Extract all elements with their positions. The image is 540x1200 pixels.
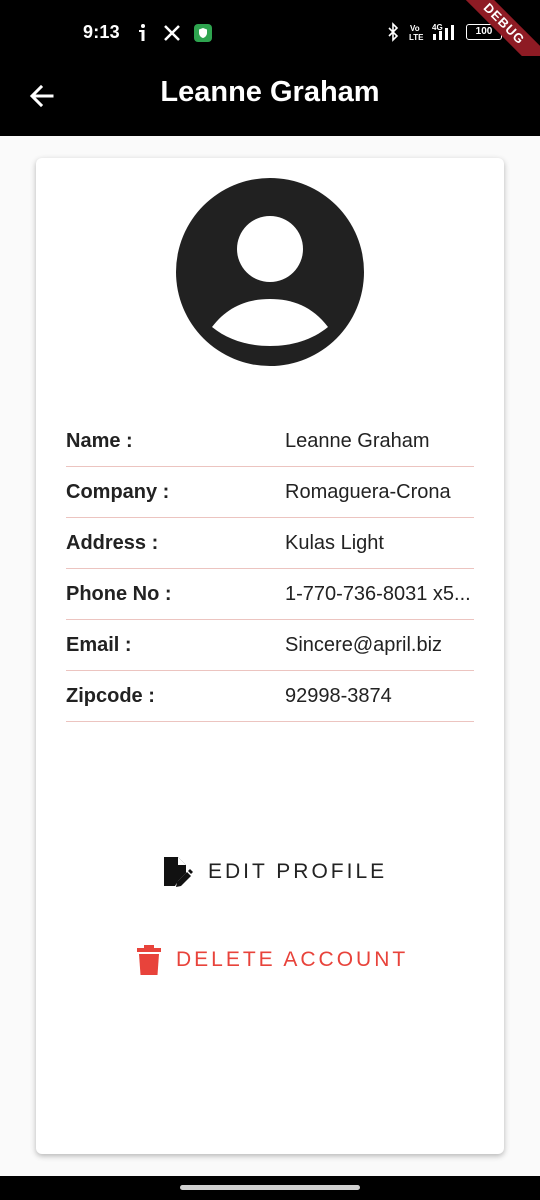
- detail-row-name: Name : Leanne Graham: [66, 416, 474, 467]
- detail-label: Name :: [66, 430, 133, 452]
- detail-value: 1-770-736-8031 x5...: [285, 583, 471, 605]
- edit-profile-label: EDIT PROFILE: [208, 860, 388, 883]
- signal-4g-icon: 4G: [432, 23, 454, 40]
- status-time: 9:13: [83, 22, 120, 42]
- detail-value: 92998-3874: [285, 685, 392, 707]
- trash-icon: [137, 945, 161, 975]
- app-bar: Leanne Graham: [0, 56, 540, 136]
- detail-row-zipcode: Zipcode : 92998-3874: [66, 671, 474, 722]
- home-gesture-handle[interactable]: [180, 1185, 360, 1190]
- shield-app-icon: [194, 24, 212, 42]
- page-title: Leanne Graham: [160, 76, 380, 108]
- detail-value: Leanne Graham: [285, 430, 430, 452]
- svg-text:LTE: LTE: [409, 33, 424, 42]
- detail-label: Address :: [66, 532, 159, 554]
- detail-label: Phone No :: [66, 583, 172, 605]
- delete-account-button[interactable]: DELETE ACCOUNT: [136, 940, 408, 980]
- detail-label: Zipcode :: [66, 685, 155, 707]
- volte-icon: Vo LTE: [409, 24, 424, 42]
- detail-row-company: Company : Romaguera-Crona: [66, 467, 474, 518]
- detail-row-address: Address : Kulas Light: [66, 518, 474, 569]
- detail-value: Romaguera-Crona: [285, 481, 451, 503]
- edit-profile-button[interactable]: EDIT PROFILE: [160, 852, 387, 892]
- detail-row-phone: Phone No : 1-770-736-8031 x5...: [66, 569, 474, 620]
- profile-details: Name : Leanne Graham Company : Romaguera…: [66, 416, 474, 722]
- detail-row-email: Email : Sincere@april.biz: [66, 620, 474, 671]
- bluetooth-icon: [388, 22, 399, 42]
- svg-text:4G: 4G: [432, 23, 443, 32]
- detail-value: Kulas Light: [285, 532, 384, 554]
- status-notification-icons: [135, 23, 213, 43]
- status-bar: 9:13 Vo LTE 4G 100 DEBUG: [0, 0, 540, 81]
- detail-label: Company :: [66, 481, 170, 503]
- delete-account-label: DELETE ACCOUNT: [176, 948, 409, 971]
- status-system-icons: Vo LTE 4G 100: [386, 22, 502, 42]
- account-circle-icon: [176, 178, 364, 366]
- system-nav-bar: [0, 1176, 540, 1200]
- info-notification-icon: [139, 24, 145, 41]
- detail-label: Email :: [66, 634, 132, 656]
- detail-value: Sincere@april.biz: [285, 634, 443, 656]
- svg-text:Vo: Vo: [410, 24, 420, 33]
- profile-card: Name : Leanne Graham Company : Romaguera…: [36, 158, 504, 1154]
- edit-document-icon: [164, 857, 193, 887]
- x-app-icon: [164, 25, 180, 41]
